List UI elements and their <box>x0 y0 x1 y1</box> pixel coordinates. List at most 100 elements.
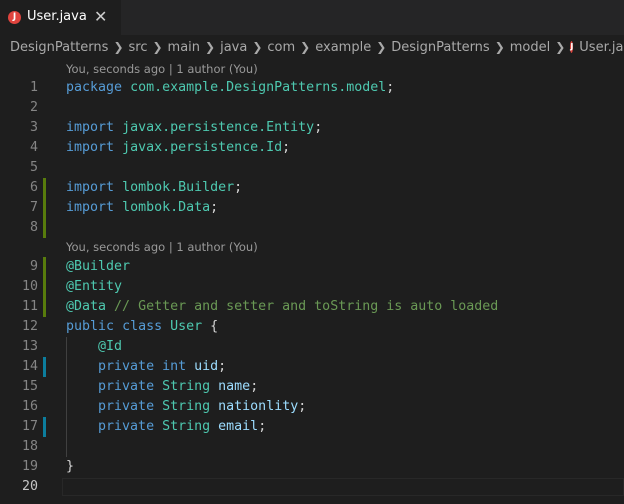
code-line[interactable]: 15 private String name; <box>0 377 624 397</box>
code-token: class <box>122 319 163 334</box>
code-token: import <box>66 140 115 155</box>
tab-label: User.java <box>27 9 87 24</box>
code-text: public class User { <box>66 317 218 337</box>
code-line[interactable]: 13 @Id <box>0 337 624 357</box>
code-token: uid <box>194 359 219 374</box>
chevron-right-icon: ❯ <box>555 40 566 54</box>
code-line[interactable]: 19} <box>0 457 624 477</box>
code-token: ; <box>250 379 259 394</box>
code-line[interactable]: 10 @Entity <box>0 277 624 297</box>
code-token: javax.persistence.Id <box>122 140 283 155</box>
line-number: 9 <box>29 259 38 274</box>
code-line[interactable]: 16 private String nationlity; <box>0 397 624 417</box>
breadcrumb-item-designpatterns-pkg[interactable]: DesignPatterns <box>391 40 489 55</box>
git-modified-indicator[interactable] <box>43 417 46 437</box>
code-text: @Entity <box>66 277 122 297</box>
code-line[interactable]: 18 <box>0 437 624 457</box>
line-number: 2 <box>29 100 38 115</box>
code-line[interactable]: 5 <box>0 158 624 178</box>
git-added-indicator[interactable] <box>43 297 46 317</box>
code-line[interactable]: 17 private String email; <box>0 417 624 437</box>
chevron-right-icon: ❯ <box>376 40 387 54</box>
code-line[interactable]: 6 import lombok.Builder; <box>0 178 624 198</box>
code-token: import <box>66 200 115 215</box>
breadcrumb-item-file[interactable]: User.java <box>579 40 624 55</box>
code-line[interactable]: 3 import javax.persistence.Entity; <box>0 118 624 138</box>
breadcrumb-item-designpatterns[interactable]: DesignPatterns <box>10 40 108 55</box>
line-number: 4 <box>29 140 38 155</box>
code-line[interactable]: 2 <box>0 98 624 118</box>
line-number: 7 <box>29 200 38 215</box>
code-line[interactable]: 8 <box>0 218 624 238</box>
breadcrumb-item-example[interactable]: example <box>315 40 371 55</box>
codelens-author-class[interactable]: You, seconds ago | 1 author (You) <box>66 237 258 257</box>
code-token: ; <box>218 359 227 374</box>
chevron-right-icon: ❯ <box>252 40 263 54</box>
java-file-icon: J <box>8 11 21 24</box>
code-line[interactable]: 4 import javax.persistence.Id; <box>0 138 624 158</box>
code-token: lombok.Builder <box>122 180 235 195</box>
line-number: 12 <box>21 319 38 334</box>
code-token: ; <box>282 140 291 155</box>
code-token: int <box>162 359 187 374</box>
code-token: com.example.DesignPatterns.model <box>130 80 387 95</box>
code-line[interactable]: 7 import lombok.Data; <box>0 198 624 218</box>
code-text: private String nationlity; <box>66 397 306 417</box>
git-added-indicator[interactable] <box>43 277 46 297</box>
code-text: @Builder <box>66 257 130 277</box>
code-token: private <box>98 359 155 374</box>
breadcrumb-item-java[interactable]: java <box>220 40 247 55</box>
java-file-icon: J <box>570 41 574 53</box>
line-number: 3 <box>29 120 38 135</box>
chevron-right-icon: ❯ <box>113 40 124 54</box>
code-line[interactable]: 12 public class User { <box>0 317 624 337</box>
breadcrumb-item-com[interactable]: com <box>267 40 295 55</box>
code-token: @Entity <box>66 279 123 294</box>
code-token: ; <box>210 200 219 215</box>
code-line[interactable]: 9 @Builder <box>0 257 624 277</box>
code-line[interactable]: 11 @Data // Getter and setter and toStrin… <box>0 297 624 317</box>
tab-bar: J User.java ✕ <box>0 0 624 35</box>
line-number: 20 <box>21 479 38 494</box>
breadcrumb-item-src[interactable]: src <box>129 40 148 55</box>
code-token: String <box>162 379 211 394</box>
git-added-indicator[interactable] <box>43 257 46 277</box>
close-icon[interactable]: ✕ <box>94 7 107 26</box>
breadcrumb-item-main[interactable]: main <box>168 40 200 55</box>
line-number: 10 <box>21 279 38 294</box>
code-token: { <box>202 319 219 334</box>
code-line[interactable]: 1 package com.example.DesignPatterns.mode… <box>0 78 624 98</box>
line-number: 13 <box>21 339 38 354</box>
code-text: @Data // Getter and setter and toString … <box>66 297 498 317</box>
code-token: private <box>98 399 155 414</box>
code-token: package <box>66 80 123 95</box>
chevron-right-icon: ❯ <box>205 40 216 54</box>
chevron-right-icon: ❯ <box>152 40 163 54</box>
code-token: ; <box>298 399 307 414</box>
chevron-right-icon: ❯ <box>494 40 505 54</box>
code-line[interactable]: 14 private int uid; <box>0 357 624 377</box>
tab-user-java[interactable]: J User.java ✕ <box>0 0 121 35</box>
code-token: javax.persistence.Entity <box>122 120 315 135</box>
git-added-indicator[interactable] <box>43 198 46 218</box>
line-number: 14 <box>21 359 38 374</box>
code-editor[interactable]: You, seconds ago | 1 author (You) You, s… <box>0 59 624 504</box>
git-added-indicator[interactable] <box>43 178 46 198</box>
breadcrumb-item-model[interactable]: model <box>510 40 550 55</box>
git-modified-indicator[interactable] <box>43 357 46 377</box>
code-token: private <box>98 379 155 394</box>
codelens-author-top[interactable]: You, seconds ago | 1 author (You) <box>66 59 258 79</box>
code-line[interactable]: 20 <box>0 477 624 497</box>
code-text: import lombok.Builder; <box>66 178 242 198</box>
git-added-indicator[interactable] <box>43 218 46 238</box>
